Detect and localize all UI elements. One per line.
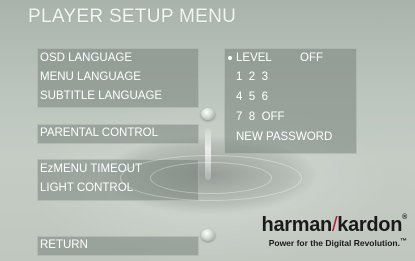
- harman-kardon-logo: harman/kardon®: [261, 214, 408, 236]
- brand-tagline: Power for the Digital Revolution.™: [268, 238, 407, 248]
- option-levels-row-1[interactable]: 1 2 3: [236, 71, 268, 83]
- option-level-label[interactable]: LEVEL: [236, 52, 272, 64]
- player-setup-screen: PLAYER SETUP MENU OSD LANGUAGE MENU LANG…: [0, 0, 415, 261]
- menu-item-ezmenu-timeout[interactable]: EzMENU TIMEOUT: [40, 163, 142, 175]
- menu-item-return[interactable]: RETURN: [40, 239, 88, 251]
- option-levels-row-3[interactable]: 7 8 OFF: [236, 111, 285, 123]
- menu-item-parental-control[interactable]: PARENTAL CONTROL: [40, 127, 158, 139]
- page-title: PLAYER SETUP MENU: [28, 6, 237, 27]
- option-new-password[interactable]: NEW PASSWORD: [236, 131, 332, 143]
- menu-item-subtitle-language[interactable]: SUBTITLE LANGUAGE: [40, 90, 162, 102]
- option-levels-row-2[interactable]: 4 5 6: [236, 91, 268, 103]
- selection-bullet-icon: [228, 56, 232, 60]
- menu-item-osd-language[interactable]: OSD LANGUAGE: [40, 52, 132, 64]
- option-level-value: OFF: [300, 52, 323, 64]
- menu-item-menu-language[interactable]: MENU LANGUAGE: [40, 71, 141, 83]
- menu-item-light-control[interactable]: LIGHT CONTROL: [40, 182, 133, 194]
- water-splash: [205, 128, 211, 180]
- water-drop-icon: [201, 108, 215, 120]
- water-ripple: [120, 155, 302, 201]
- water-drop-icon: [201, 229, 215, 241]
